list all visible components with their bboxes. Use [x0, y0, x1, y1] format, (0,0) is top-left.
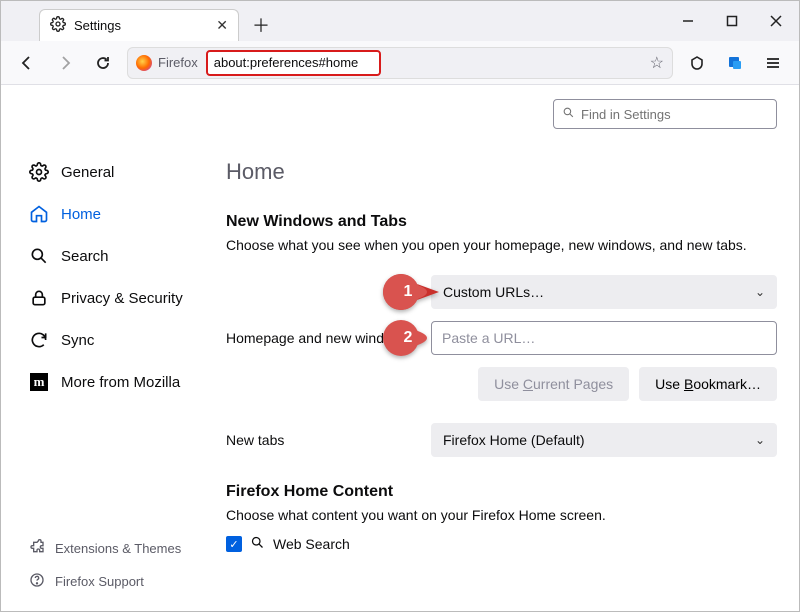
sidebar-label: More from Mozilla [61, 374, 180, 391]
app-menu-button[interactable] [759, 49, 787, 77]
sidebar-label: Home [61, 206, 101, 223]
firefox-logo-icon [136, 55, 152, 71]
sidebar-item-sync[interactable]: Sync [19, 323, 218, 357]
sidebar-label: Search [61, 248, 109, 265]
section-title-new-windows: New Windows and Tabs [226, 213, 777, 231]
newtabs-select[interactable]: Firefox Home (Default) ⌄ [431, 423, 777, 457]
sidebar-label: Firefox Support [55, 574, 144, 589]
section-desc: Choose what you see when you open your h… [226, 237, 777, 253]
chevron-down-icon: ⌄ [755, 285, 765, 299]
lock-icon [29, 288, 49, 308]
homepage-mode-select[interactable]: Custom URLs… ⌄ [431, 275, 777, 309]
chevron-down-icon: ⌄ [755, 433, 765, 447]
new-tab-button[interactable]: ＋ [247, 11, 275, 39]
search-icon [250, 535, 265, 553]
sidebar-item-general[interactable]: General [19, 155, 218, 189]
select-value: Custom URLs… [443, 284, 544, 300]
titlebar: Settings ✕ ＋ [1, 1, 799, 41]
web-search-checkbox[interactable]: ✓ [226, 536, 242, 552]
close-icon[interactable]: ✕ [216, 17, 228, 34]
sidebar-item-search[interactable]: Search [19, 239, 218, 273]
browser-tab[interactable]: Settings ✕ [39, 9, 239, 41]
sidebar-support[interactable]: Firefox Support [19, 568, 218, 595]
tab-title: Settings [74, 18, 208, 33]
identity-box[interactable]: Firefox [136, 55, 198, 71]
forward-button[interactable] [51, 49, 79, 77]
gear-icon [29, 162, 49, 182]
sidebar-label: General [61, 164, 114, 181]
translate-icon[interactable] [721, 49, 749, 77]
sidebar-label: Privacy & Security [61, 290, 183, 307]
web-search-label: Web Search [273, 536, 350, 552]
newtabs-label: New tabs [226, 432, 431, 448]
select-value: Firefox Home (Default) [443, 432, 585, 448]
sidebar-item-home[interactable]: Home [19, 197, 218, 231]
web-search-row: ✓ Web Search [226, 535, 777, 553]
sidebar-item-privacy[interactable]: Privacy & Security [19, 281, 218, 315]
url-input-highlight[interactable]: about:preferences#home [206, 50, 381, 76]
minimize-button[interactable] [671, 7, 705, 35]
address-bar[interactable]: Firefox about:preferences#home ☆ [127, 47, 673, 79]
help-icon [29, 572, 45, 591]
sidebar-extensions[interactable]: Extensions & Themes [19, 535, 218, 562]
homepage-label: Homepage and new windows [226, 330, 431, 346]
section-desc: Choose what content you want on your Fir… [226, 507, 777, 523]
bookmark-star-icon[interactable]: ☆ [650, 53, 664, 73]
content-area: General Home Search Privacy & Security S… [1, 85, 799, 611]
page-title: Home [226, 159, 777, 185]
reload-button[interactable] [89, 49, 117, 77]
search-icon [562, 106, 575, 122]
close-window-button[interactable] [759, 7, 793, 35]
use-current-pages-button[interactable]: Use Current Pages [478, 367, 629, 401]
section-title-home-content: Firefox Home Content [226, 483, 777, 501]
sidebar-item-more-mozilla[interactable]: m More from Mozilla [19, 365, 218, 399]
identity-label: Firefox [158, 55, 198, 70]
navigation-toolbar: Firefox about:preferences#home ☆ [1, 41, 799, 85]
sync-icon [29, 330, 49, 350]
find-placeholder: Find in Settings [581, 107, 671, 122]
puzzle-icon [29, 539, 45, 558]
pocket-icon[interactable] [683, 49, 711, 77]
main-panel: Find in Settings Home New Windows and Ta… [226, 85, 799, 611]
find-in-settings[interactable]: Find in Settings [553, 99, 777, 129]
sidebar-label: Extensions & Themes [55, 541, 181, 556]
maximize-button[interactable] [715, 7, 749, 35]
url-text: about:preferences#home [214, 55, 359, 70]
use-bookmark-button[interactable]: Use Bookmark… [639, 367, 777, 401]
home-icon [29, 204, 49, 224]
sidebar-label: Sync [61, 332, 94, 349]
window-controls [671, 1, 793, 41]
gear-icon [50, 16, 66, 35]
category-sidebar: General Home Search Privacy & Security S… [1, 85, 226, 611]
back-button[interactable] [13, 49, 41, 77]
homepage-url-input[interactable] [431, 321, 777, 355]
mozilla-icon: m [29, 373, 49, 391]
search-icon [29, 246, 49, 266]
